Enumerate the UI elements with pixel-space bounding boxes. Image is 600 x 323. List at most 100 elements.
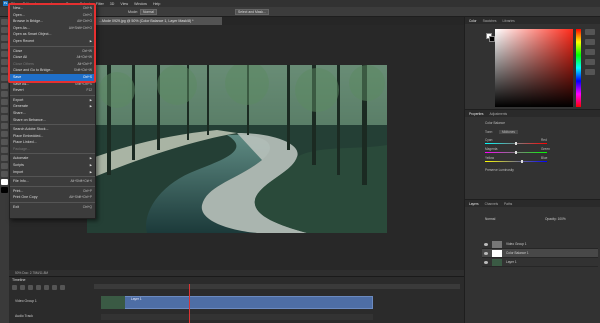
- menu-item-print[interactable]: Print... Ctrl+P: [10, 188, 95, 195]
- hand-tool-icon[interactable]: [1, 163, 8, 169]
- first-frame-icon[interactable]: [12, 285, 17, 290]
- tab-color[interactable]: Color: [469, 19, 477, 23]
- menu-item-close-go-bridge[interactable]: Close and Go to Bridge... Shift+Ctrl+W: [10, 67, 95, 74]
- lasso-tool-icon[interactable]: [1, 35, 8, 41]
- magenta-green-slider[interactable]: [485, 151, 547, 154]
- brush-panel-icon[interactable]: [585, 49, 595, 55]
- foreground-color-icon[interactable]: [1, 179, 8, 185]
- audio-track-label[interactable]: Audio Track: [15, 314, 33, 318]
- menu-item-exit[interactable]: Exit Ctrl+Q: [10, 204, 95, 211]
- menu-item-save[interactable]: Save Ctrl+S: [10, 73, 95, 81]
- move-tool-icon[interactable]: [1, 19, 8, 25]
- split-icon[interactable]: [60, 285, 65, 290]
- menu-3d[interactable]: 3D: [110, 2, 115, 6]
- menu-item-save-as[interactable]: Save As... Shift+Ctrl+S: [10, 81, 95, 88]
- blend-mode-select[interactable]: Normal: [485, 217, 495, 221]
- gradient-tool-icon[interactable]: [1, 107, 8, 113]
- layer-row[interactable]: Color Balance 1: [482, 249, 598, 258]
- slider-knob[interactable]: [515, 151, 517, 154]
- menu-view[interactable]: View: [120, 2, 128, 6]
- menu-item-close-others[interactable]: Close Others Alt+Ctrl+P: [10, 61, 95, 68]
- document-tab[interactable]: ...Mode 0929.jpg @ 50% (Color Balance 1,…: [96, 17, 222, 25]
- eraser-tool-icon[interactable]: [1, 99, 8, 105]
- marquee-tool-icon[interactable]: [1, 27, 8, 33]
- menu-item-close[interactable]: Close Ctrl+W: [10, 48, 95, 55]
- menu-item-scripts[interactable]: Scripts ▶: [10, 162, 95, 169]
- yellow-blue-slider[interactable]: [485, 160, 547, 163]
- canvas-photo[interactable]: [87, 65, 387, 233]
- path-select-tool-icon[interactable]: [1, 147, 8, 153]
- mute-icon[interactable]: [44, 285, 49, 290]
- visibility-eye-icon[interactable]: [484, 261, 488, 264]
- tab-layers[interactable]: Layers: [469, 202, 479, 206]
- tab-properties[interactable]: Properties: [469, 112, 484, 116]
- menu-item-package[interactable]: Package...: [10, 146, 95, 153]
- tab-libraries[interactable]: Libraries: [502, 19, 514, 23]
- menu-item-import[interactable]: Import ▶: [10, 169, 95, 176]
- visibility-eye-icon[interactable]: [484, 243, 488, 246]
- select-and-mask-button[interactable]: Select and Mask...: [235, 9, 269, 15]
- menu-item-search-stock[interactable]: Search Adobe Stock...: [10, 126, 95, 133]
- hue-slider[interactable]: [576, 29, 581, 107]
- color-picker-field[interactable]: [495, 29, 573, 107]
- tab-swatches[interactable]: Swatches: [483, 19, 497, 23]
- mode-select[interactable]: Normal: [140, 9, 157, 15]
- menu-item-open-smart-object[interactable]: Open as Smart Object...: [10, 31, 95, 38]
- audio-track[interactable]: [101, 314, 373, 320]
- history-brush-tool-icon[interactable]: [1, 91, 8, 97]
- playhead[interactable]: [189, 284, 190, 323]
- play-icon[interactable]: [28, 285, 33, 290]
- menu-item-revert[interactable]: Revert F12: [10, 87, 95, 94]
- layer-row[interactable]: Layer 1: [482, 258, 598, 267]
- eyedropper-tool-icon[interactable]: [1, 59, 8, 65]
- slider-knob[interactable]: [515, 142, 517, 145]
- cyan-red-slider[interactable]: [485, 142, 547, 145]
- background-color-icon[interactable]: [1, 187, 8, 193]
- next-frame-icon[interactable]: [36, 285, 41, 290]
- dodge-tool-icon[interactable]: [1, 123, 8, 129]
- character-icon[interactable]: [585, 59, 595, 65]
- history-icon[interactable]: [585, 29, 595, 35]
- visibility-eye-icon[interactable]: [484, 252, 488, 255]
- tab-paths[interactable]: Paths: [504, 202, 512, 206]
- pen-tool-icon[interactable]: [1, 131, 8, 137]
- menu-item-place-embedded[interactable]: Place Embedded...: [10, 133, 95, 140]
- menu-filter[interactable]: Filter: [96, 2, 104, 6]
- info-icon[interactable]: [585, 39, 595, 45]
- slider-knob[interactable]: [521, 160, 523, 163]
- video-track-label[interactable]: Video Group 1: [15, 299, 37, 303]
- layer-row[interactable]: Video Group 1: [482, 240, 598, 249]
- menu-item-automate[interactable]: Automate ▶: [10, 155, 95, 162]
- type-tool-icon[interactable]: [1, 139, 8, 145]
- menu-item-browse-bridge[interactable]: Browse in Bridge... Alt+Ctrl+O: [10, 18, 95, 25]
- menu-item-open[interactable]: Open... Ctrl+O: [10, 12, 95, 19]
- settings-icon[interactable]: [52, 285, 57, 290]
- stamp-tool-icon[interactable]: [1, 83, 8, 89]
- menu-item-print-one-copy[interactable]: Print One Copy Alt+Shift+Ctrl+P: [10, 194, 95, 201]
- brush-tool-icon[interactable]: [1, 75, 8, 81]
- prev-frame-icon[interactable]: [20, 285, 25, 290]
- timeline-ruler[interactable]: [94, 284, 460, 289]
- menu-item-close-all[interactable]: Close All Alt+Ctrl+W: [10, 54, 95, 61]
- menu-item-file-info[interactable]: File Info... Alt+Shift+Ctrl+I: [10, 178, 95, 185]
- paragraph-icon[interactable]: [585, 69, 595, 75]
- menu-item-share-behance[interactable]: Share on Behance...: [10, 117, 95, 124]
- tone-select[interactable]: Midtones: [499, 130, 518, 134]
- menu-item-open-as[interactable]: Open As... Alt+Shift+Ctrl+O: [10, 25, 95, 32]
- preserve-luminosity-checkbox[interactable]: Preserve Luminosity: [485, 168, 514, 172]
- menu-help[interactable]: Help: [153, 2, 160, 6]
- healing-tool-icon[interactable]: [1, 67, 8, 73]
- menu-item-share[interactable]: Share...: [10, 110, 95, 117]
- menu-item-generate[interactable]: Generate ▶: [10, 103, 95, 110]
- blur-tool-icon[interactable]: [1, 115, 8, 121]
- quick-select-tool-icon[interactable]: [1, 43, 8, 49]
- shape-tool-icon[interactable]: [1, 155, 8, 161]
- menu-window[interactable]: Window: [134, 2, 147, 6]
- opacity-field[interactable]: Opacity: 100%: [545, 217, 566, 221]
- zoom-tool-icon[interactable]: [1, 171, 8, 177]
- crop-tool-icon[interactable]: [1, 51, 8, 57]
- menu-item-open-recent[interactable]: Open Recent ▶: [10, 38, 95, 45]
- menu-item-new[interactable]: New... Ctrl+N: [10, 5, 95, 12]
- tab-adjustments[interactable]: Adjustments: [490, 112, 508, 116]
- tab-channels[interactable]: Channels: [485, 202, 498, 206]
